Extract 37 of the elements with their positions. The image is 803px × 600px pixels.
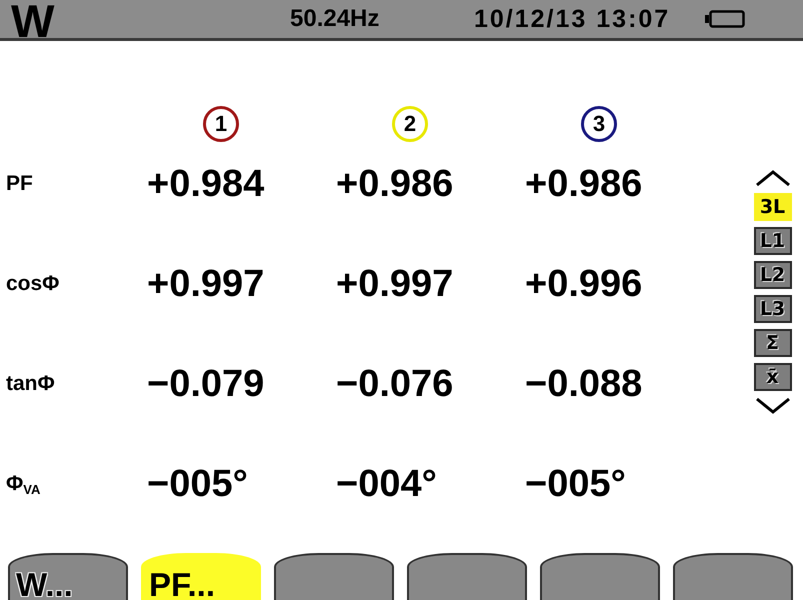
selector-tab[interactable]: Σ bbox=[754, 329, 792, 357]
selector-tab[interactable]: x̄ bbox=[754, 363, 792, 391]
date-time: 10/12/13 13:07 bbox=[474, 4, 672, 34]
softkey-button[interactable]: PF... bbox=[141, 553, 261, 600]
softkey-button[interactable] bbox=[540, 553, 660, 600]
softkey-button[interactable] bbox=[407, 553, 527, 600]
selector-tab[interactable]: L3 bbox=[754, 295, 792, 323]
selector-tab[interactable]: L2 bbox=[754, 261, 792, 289]
measure-label: cosΦ bbox=[6, 272, 60, 296]
measurement-value: +0.986 bbox=[336, 162, 454, 206]
chevron-down-icon[interactable] bbox=[754, 397, 792, 415]
selector-tab[interactable]: L1 bbox=[754, 227, 792, 255]
measurement-value: +0.986 bbox=[525, 162, 642, 206]
mode-label: W bbox=[10, 2, 56, 40]
phase-label: 1 bbox=[203, 106, 239, 142]
selector-tab[interactable]: 3L bbox=[754, 193, 792, 221]
measure-label: PF bbox=[6, 172, 33, 196]
softkey-button[interactable] bbox=[274, 553, 394, 600]
measurement-value: −005° bbox=[147, 462, 248, 506]
frequency-readout: 50.24Hz bbox=[290, 5, 380, 33]
softkey-button[interactable]: W... bbox=[8, 553, 128, 600]
chevron-up-icon[interactable] bbox=[754, 169, 792, 187]
battery-icon bbox=[705, 10, 745, 28]
measure-label: Φ$_{VA}$ bbox=[6, 472, 40, 496]
measurement-value: −0.079 bbox=[147, 362, 264, 406]
measurement-value: −0.088 bbox=[525, 362, 642, 406]
softkey-button[interactable] bbox=[673, 553, 793, 600]
phase-label: 2 bbox=[392, 106, 428, 142]
measurement-value: −004° bbox=[336, 462, 437, 506]
measure-label: tanΦ bbox=[6, 372, 55, 396]
measurement-value: +0.984 bbox=[147, 162, 264, 206]
measurement-value: +0.996 bbox=[525, 262, 642, 306]
measurement-value: −0.076 bbox=[336, 362, 454, 406]
phase-label: 3 bbox=[581, 106, 617, 142]
measurement-value: −005° bbox=[525, 462, 626, 506]
measurement-value: +0.997 bbox=[336, 262, 454, 306]
measurement-value: +0.997 bbox=[147, 262, 264, 306]
